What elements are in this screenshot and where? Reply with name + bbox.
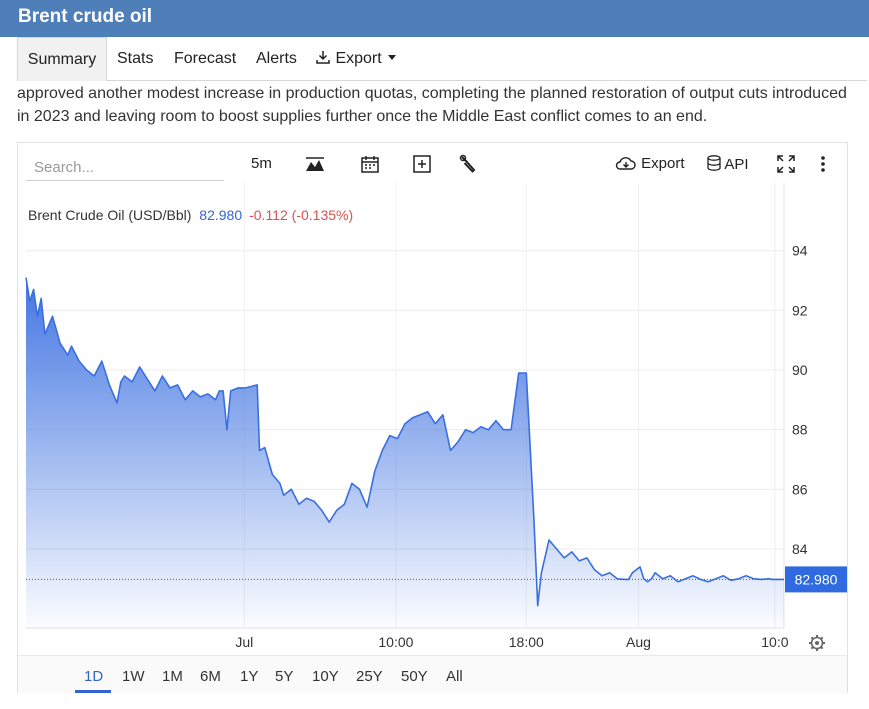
calendar-icon[interactable]	[359, 153, 381, 175]
search-input[interactable]: Search...	[26, 155, 224, 181]
api-button-label: API	[724, 156, 749, 173]
article-line-2: in 2023 and leaving room to boost suppli…	[17, 108, 708, 125]
cloud-download-icon	[615, 157, 636, 170]
chevron-down-icon	[388, 55, 397, 61]
y-tick-label: 90	[792, 362, 808, 378]
y-tick-label: 86	[792, 481, 808, 497]
article-line-1: approved another modest increase in prod…	[17, 85, 847, 102]
last-price-label: 82.980	[795, 571, 838, 587]
y-tick-label: 88	[792, 422, 808, 438]
legend-change: -0.112 (-0.135%)	[249, 207, 353, 223]
chart-legend: Brent Crude Oil (USD/Bbl) 82.980 -0.112 (…	[28, 207, 353, 223]
range-1m[interactable]: 1M	[162, 668, 183, 685]
mountain-chart-icon[interactable]	[304, 153, 326, 175]
legend-price: 82.980	[199, 207, 242, 223]
export-button[interactable]: Export	[615, 155, 685, 172]
tab-export[interactable]: Export	[315, 37, 397, 80]
range-1y[interactable]: 1Y	[240, 668, 258, 685]
tab-forecast[interactable]: Forecast	[174, 37, 236, 80]
title-bar: Brent crude oil	[0, 0, 869, 37]
price-chart[interactable]: 848688909294Jul 10:00 18:00 Aug 10:082.980Br…	[18, 143, 847, 655]
interval-selector[interactable]: 5m	[251, 155, 272, 172]
page-title: Brent crude oil	[18, 6, 153, 27]
y-tick-label: 94	[792, 243, 808, 259]
range-50y[interactable]: 50Y	[401, 668, 428, 685]
x-tick-label: 10:0	[761, 634, 788, 650]
database-icon	[707, 155, 721, 171]
download-icon	[316, 51, 330, 64]
fullscreen-icon[interactable]	[775, 153, 797, 175]
legend-series-name: Brent Crude Oil (USD/Bbl)	[28, 207, 195, 223]
range-1w[interactable]: 1W	[122, 668, 145, 685]
range-25y[interactable]: 25Y	[356, 668, 383, 685]
tab-bar: Summary Stats Forecast Alerts Export	[17, 37, 867, 81]
active-range-indicator	[75, 690, 111, 693]
article-text: approved another modest increase in prod…	[17, 82, 857, 128]
tab-summary[interactable]: Summary	[17, 37, 107, 81]
export-button-label: Export	[641, 155, 685, 172]
range-1d[interactable]: 1D	[84, 668, 103, 685]
add-indicator-icon[interactable]	[411, 153, 433, 175]
wrench-icon[interactable]	[457, 153, 479, 175]
x-tick-label: 10:00	[378, 634, 413, 650]
tab-stats[interactable]: Stats	[117, 37, 153, 80]
chart-settings-gear-icon[interactable]	[809, 635, 825, 651]
tab-alerts[interactable]: Alerts	[256, 37, 297, 80]
range-5y[interactable]: 5Y	[275, 668, 293, 685]
more-options-icon[interactable]	[812, 153, 834, 175]
x-tick-label: Jul	[235, 634, 253, 650]
y-tick-label: 92	[792, 302, 808, 318]
export-tab-label: Export	[335, 50, 382, 67]
range-6m[interactable]: 6M	[200, 668, 221, 685]
range-10y[interactable]: 10Y	[312, 668, 339, 685]
range-selector: 1D 1W 1M 6M 1Y 5Y 10Y 25Y 50Y All	[18, 655, 847, 693]
range-all[interactable]: All	[446, 668, 463, 685]
api-button[interactable]: API	[707, 155, 749, 173]
y-tick-label: 84	[792, 541, 808, 557]
chart-widget: 84 86 88 90 92 94 Jul 10:00 18:00 Aug 10:0 82.980 Br…	[17, 142, 848, 693]
x-tick-label: 18:00	[509, 634, 544, 650]
x-tick-label: Aug	[626, 634, 651, 650]
